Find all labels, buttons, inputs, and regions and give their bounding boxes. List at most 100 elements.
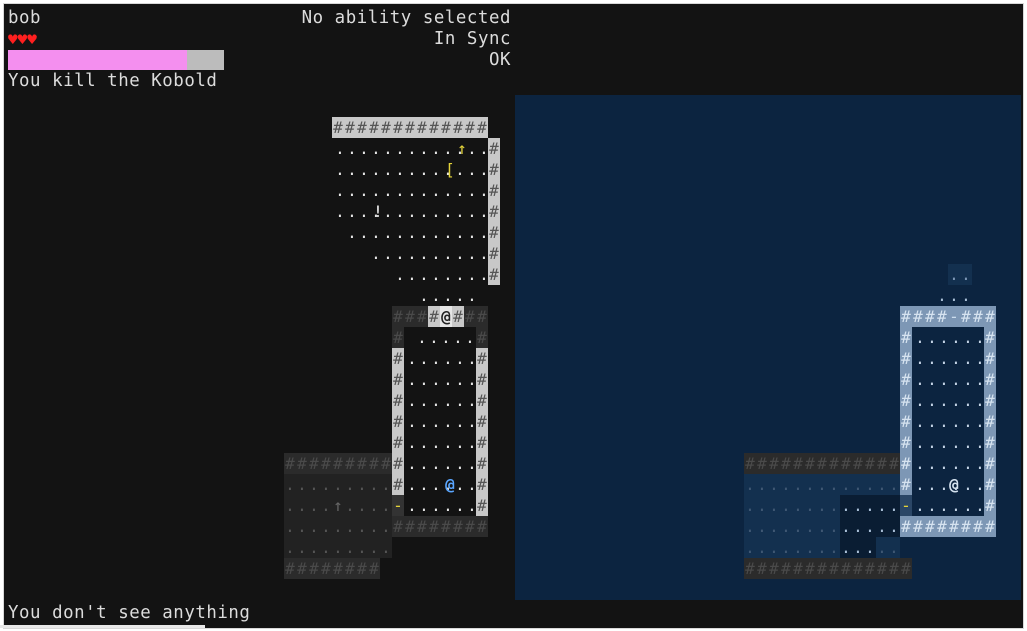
floor-tile: .: [780, 516, 792, 537]
floor-tile: .: [852, 537, 864, 558]
floor-tile: .: [332, 474, 344, 495]
wall-tile: #: [332, 117, 344, 138]
input-cursor-line: [0, 625, 205, 628]
wall-tile: #: [924, 306, 936, 327]
floor-tile: .: [320, 537, 332, 558]
floor-tile: .: [888, 537, 900, 558]
wall-tile: #: [308, 453, 320, 474]
floor-tile: .: [840, 537, 852, 558]
wall-tile: #: [392, 432, 404, 453]
floor-tile: .: [888, 516, 900, 537]
wall-tile: #: [756, 453, 768, 474]
stairs-up-icon: ↑: [457, 139, 467, 158]
wall-tile: #: [476, 327, 488, 348]
floor-tile: .: [915, 433, 925, 452]
floor-tile: .: [915, 328, 925, 347]
floor-tile: .: [840, 516, 852, 537]
floor-tile: .: [296, 537, 308, 558]
wall-tile: #: [464, 117, 476, 138]
floor-tile: .: [792, 516, 804, 537]
floor-tile: .: [443, 496, 453, 515]
floor-tile: .: [949, 286, 959, 305]
wall-tile: #: [984, 432, 996, 453]
floor-tile: .: [455, 181, 465, 200]
energy-bar-fill: [8, 50, 188, 70]
wall-tile: #: [792, 558, 804, 579]
floor-tile: .: [371, 223, 381, 242]
wall-tile: #: [332, 558, 344, 579]
floor-tile: .: [344, 474, 356, 495]
wall-tile: #: [368, 117, 380, 138]
floor-tile: .: [284, 516, 296, 537]
floor-tile: .: [308, 474, 320, 495]
wall-tile: #: [464, 306, 476, 327]
floor-tile: .: [431, 286, 441, 305]
energy-bar: [8, 50, 224, 70]
wall-tile: #: [392, 327, 404, 348]
floor-tile: .: [840, 495, 852, 516]
wall-tile: #: [284, 558, 296, 579]
floor-tile: .: [915, 370, 925, 389]
floor-tile: .: [419, 181, 429, 200]
connection-status: OK: [488, 50, 511, 70]
floor-tile: .: [937, 286, 947, 305]
floor-tile: .: [927, 496, 937, 515]
floor-tile: .: [963, 475, 973, 494]
floor-tile: .: [443, 412, 453, 431]
floor-tile: .: [368, 516, 380, 537]
wall-tile: #: [840, 453, 852, 474]
floor-tile: .: [443, 391, 453, 410]
wall-tile: #: [972, 516, 984, 537]
floor-tile: .: [356, 537, 368, 558]
floor-tile: .: [335, 202, 345, 221]
wall-tile: #: [476, 117, 488, 138]
floor-tile: .: [431, 370, 441, 389]
wall-tile: #: [476, 432, 488, 453]
wall-tile: #: [756, 558, 768, 579]
floor-tile: .: [359, 223, 369, 242]
floor-tile: .: [915, 349, 925, 368]
wall-tile: #: [792, 453, 804, 474]
floor-tile: .: [371, 139, 381, 158]
floor-tile: .: [455, 244, 465, 263]
wall-tile: #: [464, 516, 476, 537]
wall-tile: #: [852, 453, 864, 474]
wall-tile: #: [780, 453, 792, 474]
wall-tile: #: [984, 411, 996, 432]
wall-tile: #: [356, 558, 368, 579]
floor-tile: .: [467, 244, 477, 263]
floor-tile: .: [888, 495, 900, 516]
floor-tile: .: [455, 265, 465, 284]
wall-tile: #: [452, 306, 464, 327]
wall-tile: #: [392, 306, 404, 327]
floor-tile: .: [816, 537, 828, 558]
floor-tile: .: [368, 537, 380, 558]
floor-tile: .: [407, 370, 417, 389]
wall-tile: #: [900, 558, 912, 579]
wall-tile: #: [356, 117, 368, 138]
floor-tile: .: [780, 537, 792, 558]
wall-tile: #: [900, 348, 912, 369]
wall-tile: #: [392, 411, 404, 432]
floor-tile: .: [455, 412, 465, 431]
floor-tile: .: [431, 412, 441, 431]
floor-tile: .: [780, 474, 792, 495]
floor-tile: .: [744, 537, 756, 558]
floor-tile: .: [347, 139, 357, 158]
wall-tile: #: [888, 558, 900, 579]
floor-tile: .: [407, 139, 417, 158]
wall-tile: #: [476, 516, 488, 537]
remote-player-icon: @: [949, 475, 959, 494]
wall-tile: #: [344, 453, 356, 474]
wall-tile: #: [984, 306, 996, 327]
floor-tile: .: [395, 223, 405, 242]
floor-tile: .: [963, 496, 973, 515]
floor-tile: .: [368, 474, 380, 495]
wall-tile: #: [344, 558, 356, 579]
floor-tile: .: [332, 516, 344, 537]
floor-tile: .: [744, 516, 756, 537]
wall-tile: #: [428, 306, 440, 327]
wall-tile: #: [368, 453, 380, 474]
floor-tile: .: [296, 474, 308, 495]
floor-tile: .: [419, 223, 429, 242]
